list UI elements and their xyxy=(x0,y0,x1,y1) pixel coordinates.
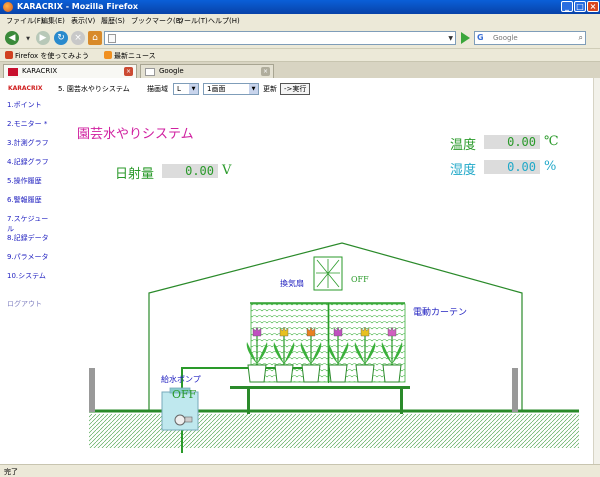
home-button[interactable]: ⌂ xyxy=(88,31,102,45)
logout-link[interactable]: ログアウト xyxy=(7,299,42,309)
window-title-bar: KARACRIX - Mozilla Firefox _ □ × xyxy=(0,0,600,14)
status-bar: 完了 xyxy=(0,464,600,477)
karacrix-icon xyxy=(8,68,18,76)
google-icon: G xyxy=(477,33,484,42)
menu-bar: ファイル(F) 編集(E) 表示(V) 履歴(S) ブックマーク(B) ツール(… xyxy=(0,14,600,27)
control-bar: 5. 園芸水やりシステム 描画域 L ▼ 1画面 ▼ 更新 ->実行 xyxy=(52,80,593,98)
chevron-down-icon: ▼ xyxy=(249,84,258,94)
close-button[interactable]: × xyxy=(587,1,599,12)
temperature-value: 0.00 xyxy=(484,135,540,149)
sidebar: KARACRIX 1.ポイント 2.モニター * 3.計測グラフ 4.記録グラフ… xyxy=(0,78,52,464)
menu-bookmarks[interactable]: ブックマーク(B) xyxy=(131,16,183,26)
reload-button[interactable]: ↻ xyxy=(54,31,68,45)
tulip-pot-icon xyxy=(246,326,268,383)
bookmark-getting-started[interactable]: Firefox を使ってみよう xyxy=(5,51,89,61)
minimize-button[interactable]: _ xyxy=(561,1,573,12)
sidebar-item-record-data[interactable]: 8.記録データ xyxy=(7,233,49,243)
window-title: KARACRIX - Mozilla Firefox xyxy=(17,2,139,11)
tulip-pot-icon xyxy=(273,326,295,383)
humidity-label: 湿度 xyxy=(450,163,477,178)
temperature-label: 温度 xyxy=(450,138,477,153)
tulip-plants xyxy=(246,326,403,383)
solar-unit: V xyxy=(222,163,232,178)
chevron-down-icon: ▼ xyxy=(189,84,198,94)
search-input[interactable] xyxy=(493,33,577,43)
humidity-value: 0.00 xyxy=(484,160,540,174)
tab-karacrix[interactable]: KARACRIX × xyxy=(3,64,137,78)
execute-button[interactable]: ->実行 xyxy=(280,83,311,95)
sidebar-item-schedule[interactable]: 7.スケジュール xyxy=(7,214,52,234)
sidebar-item-parameter[interactable]: 9.パラメータ xyxy=(7,252,48,262)
menu-file[interactable]: ファイル(F) xyxy=(6,16,44,26)
firefox-icon xyxy=(5,51,13,59)
navigation-toolbar: ◀ ▼ ▶ ↻ × ⌂ ▼ G ⌕ xyxy=(0,27,600,49)
back-history-dropdown[interactable]: ▼ xyxy=(24,35,32,43)
solar-value: 0.00 xyxy=(162,164,218,178)
url-bar[interactable]: ▼ xyxy=(104,31,456,45)
bookmark-latest-news[interactable]: 最新ニュース xyxy=(104,51,156,61)
sidebar-item-system[interactable]: 10.システム xyxy=(7,271,46,281)
sidebar-item-monitor[interactable]: 2.モニター * xyxy=(7,119,47,129)
section-title: 5. 園芸水やりシステム xyxy=(58,85,130,93)
draw-area-label: 描画域 xyxy=(147,85,168,93)
fan-label: 換気扇 xyxy=(280,279,304,288)
tab-strip: KARACRIX × Google × xyxy=(0,62,600,78)
vertical-scrollbar[interactable] xyxy=(593,78,600,464)
pump-label: 給水ポンプ xyxy=(161,375,201,384)
update-label: 更新 xyxy=(263,85,277,93)
sidebar-item-point[interactable]: 1.ポイント xyxy=(7,100,42,110)
pump-status: OFF xyxy=(172,388,197,401)
tab-google[interactable]: Google × xyxy=(140,64,274,78)
page-icon xyxy=(108,34,116,43)
page-content: KARACRIX 1.ポイント 2.モニター * 3.計測グラフ 4.記録グラフ… xyxy=(0,78,593,464)
tulip-pot-icon xyxy=(300,326,322,383)
firefox-icon xyxy=(3,2,13,12)
back-button[interactable]: ◀ xyxy=(5,31,19,45)
menu-tools[interactable]: ツール(T) xyxy=(177,16,208,26)
fan-status: OFF xyxy=(351,275,369,284)
search-icon[interactable]: ⌕ xyxy=(579,33,583,43)
humidity-unit: % xyxy=(544,159,557,174)
rss-icon xyxy=(104,51,112,59)
sidebar-item-measure-graph[interactable]: 3.計測グラフ xyxy=(7,138,49,148)
search-box[interactable]: G ⌕ xyxy=(474,31,586,45)
forward-button[interactable]: ▶ xyxy=(36,31,50,45)
tulip-pot-icon xyxy=(327,326,349,383)
page-title: 園芸水やりシステム xyxy=(77,127,194,142)
status-text: 完了 xyxy=(4,468,18,476)
solar-label: 日射量 xyxy=(115,167,155,182)
sidebar-item-operation-history[interactable]: 5.操作履歴 xyxy=(7,176,42,186)
sidebar-logo: KARACRIX xyxy=(8,85,43,92)
menu-history[interactable]: 履歴(S) xyxy=(101,16,125,26)
monitor-panel: 園芸水やりシステム 日射量 0.00 V 温度 0.00 ℃ 湿度 0.00 %… xyxy=(52,98,593,464)
bookmarks-toolbar: Firefox を使ってみよう 最新ニュース xyxy=(0,49,600,62)
go-button[interactable] xyxy=(461,32,470,44)
menu-help[interactable]: ヘルプ(H) xyxy=(208,16,240,26)
curtain-label: 電動カーテン xyxy=(413,308,468,318)
menu-edit[interactable]: 編集(E) xyxy=(41,16,65,26)
google-icon xyxy=(145,68,155,76)
view-select[interactable]: 1画面 ▼ xyxy=(203,83,259,95)
tulip-pot-icon xyxy=(381,326,403,383)
tab-close-icon[interactable]: × xyxy=(124,67,133,76)
tab-close-icon[interactable]: × xyxy=(261,67,270,76)
sidebar-item-record-graph[interactable]: 4.記録グラフ xyxy=(7,157,49,167)
temperature-unit: ℃ xyxy=(544,134,559,149)
stop-button[interactable]: × xyxy=(71,31,85,45)
url-dropdown-icon[interactable]: ▼ xyxy=(448,35,453,42)
maximize-button[interactable]: □ xyxy=(574,1,586,12)
sidebar-item-alarm-history[interactable]: 6.警報履歴 xyxy=(7,195,42,205)
draw-area-select[interactable]: L ▼ xyxy=(173,83,199,95)
menu-view[interactable]: 表示(V) xyxy=(71,16,95,26)
tulip-pot-icon xyxy=(354,326,376,383)
